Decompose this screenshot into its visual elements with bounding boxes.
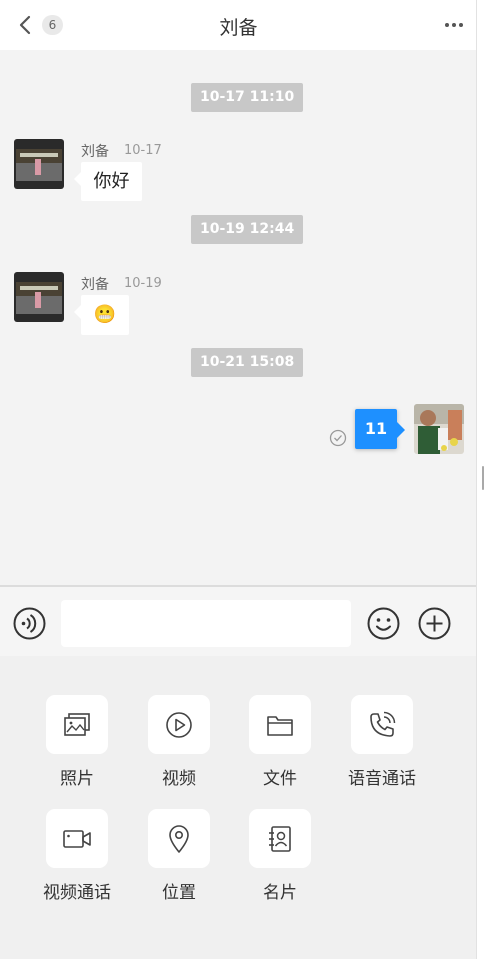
tool-label: 名片	[263, 883, 297, 903]
avatar[interactable]	[14, 139, 64, 189]
chat-header: 6 刘备	[0, 0, 476, 50]
message-time: 10-17	[124, 143, 162, 158]
tool-button[interactable]	[351, 695, 413, 754]
tool-label: 照片	[60, 769, 94, 789]
tool-label: 语音通话	[348, 769, 416, 789]
tool-location[interactable]: 位置	[124, 809, 234, 903]
tool-video-call[interactable]: 视频通话	[22, 809, 132, 903]
timestamp-divider: 10-21 15:08	[191, 348, 304, 377]
tool-file[interactable]: 文件	[225, 695, 335, 789]
message-input[interactable]	[61, 600, 351, 647]
video-play-icon	[166, 711, 192, 738]
emoji-icon[interactable]	[367, 607, 400, 640]
tool-photo[interactable]: 照片	[22, 695, 132, 789]
avatar-image	[414, 404, 464, 454]
tool-button[interactable]	[46, 809, 108, 868]
avatar[interactable]	[14, 272, 64, 322]
message-time: 10-19	[124, 276, 162, 291]
my-avatar[interactable]	[414, 404, 464, 454]
avatar-image	[14, 272, 64, 322]
timestamp-divider: 10-17 11:10	[191, 83, 304, 112]
read-check-icon	[329, 429, 347, 447]
emoji-message-bubble[interactable]: 😬	[74, 295, 129, 335]
chat-title: 刘备	[219, 17, 258, 39]
tool-button[interactable]	[148, 809, 210, 868]
tool-label: 视频通话	[43, 883, 111, 903]
avatar-image	[14, 139, 64, 189]
contact-card-icon	[269, 825, 291, 852]
outgoing-message-bubble[interactable]: 11	[355, 409, 405, 449]
scrollbar-thumb[interactable]	[482, 466, 484, 490]
phone-call-icon	[370, 711, 396, 737]
input-bar	[0, 585, 476, 656]
video-camera-icon	[63, 829, 91, 848]
tool-contact-card[interactable]: 名片	[225, 809, 335, 903]
voice-input-icon[interactable]	[13, 607, 46, 640]
tool-voice-call[interactable]: 语音通话	[327, 695, 437, 789]
plus-icon[interactable]	[418, 607, 451, 640]
message-bubble[interactable]: 你好	[74, 162, 142, 201]
tool-button[interactable]	[249, 809, 311, 868]
tool-label: 位置	[162, 883, 196, 903]
photo-icon	[64, 712, 90, 736]
folder-icon	[267, 715, 293, 736]
chat-window: 6 刘备 10-17 11:10 刘备 10-17 你好 10-19 12:44…	[0, 0, 477, 959]
timestamp-divider: 10-19 12:44	[191, 215, 304, 244]
location-pin-icon	[169, 824, 189, 853]
tool-button[interactable]	[46, 695, 108, 754]
more-options-icon[interactable]	[444, 18, 464, 32]
tool-video[interactable]: 视频	[124, 695, 234, 789]
tool-button[interactable]	[148, 695, 210, 754]
tool-label: 文件	[263, 769, 297, 789]
sender-name: 刘备	[81, 144, 109, 160]
tool-label: 视频	[162, 769, 196, 789]
sender-name: 刘备	[81, 277, 109, 293]
attachment-panel: 照片 视频 文件 语音通话 视频通话 位置 名片	[0, 656, 476, 959]
tool-button[interactable]	[249, 695, 311, 754]
